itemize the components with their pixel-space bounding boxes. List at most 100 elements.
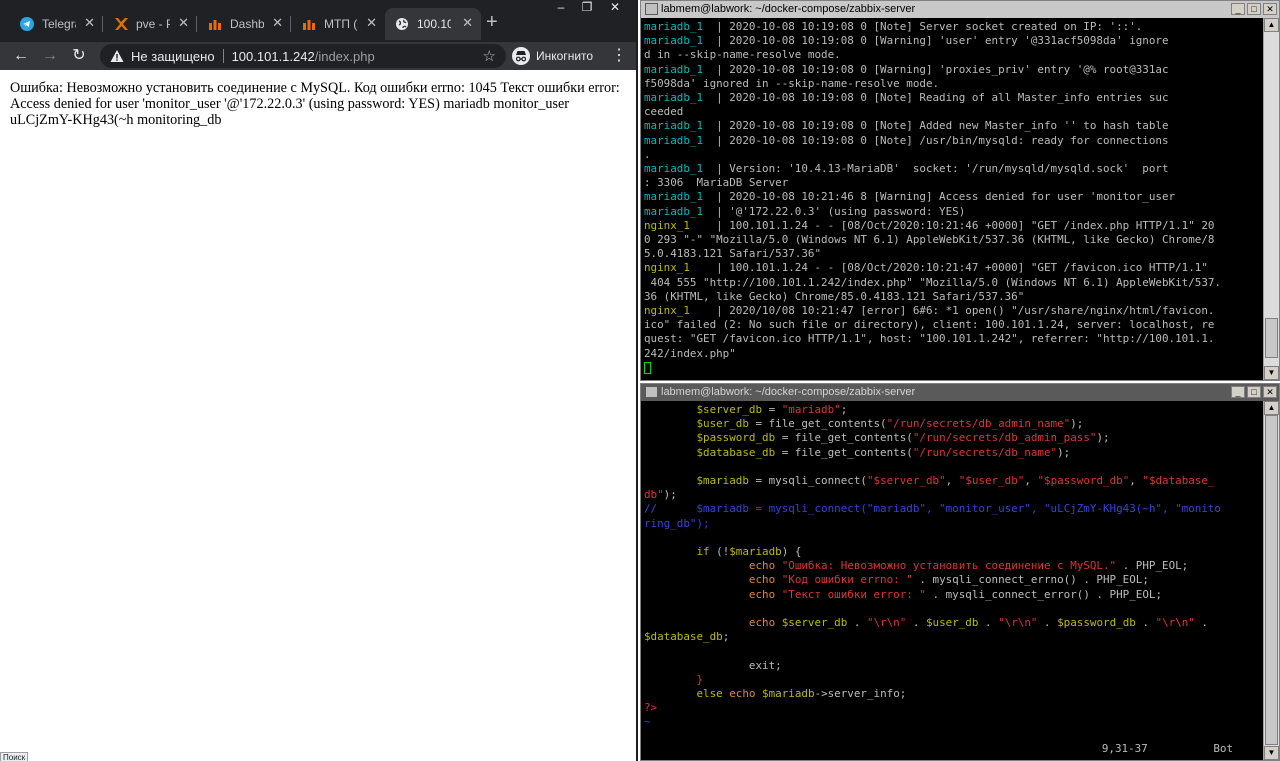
terminal-line: mariadb_1 | 2020-10-08 10:19:08 0 [Note]… — [644, 91, 1263, 105]
terminal-text: else — [644, 687, 730, 701]
terminal-text: mariadb_1 — [644, 20, 717, 33]
terminal-titlebar[interactable]: labmem@labwork: ~/docker-compose/zabbix-… — [641, 1, 1279, 18]
scroll-down-icon[interactable]: ▼ — [1264, 366, 1279, 380]
terminal-text: = — [762, 403, 782, 416]
terminal-text: "/run/secrets/db_admin_name" — [886, 417, 1071, 431]
tab-active-page[interactable]: 100.101.1.242 ✕ — [385, 8, 481, 40]
terminal-text: "/run/secrets/db_name" — [912, 445, 1058, 459]
url-path[interactable]: /index.php — [315, 49, 375, 64]
terminal-text: nginx_1 — [644, 218, 717, 232]
browser-window: Telegram ✕ pve - Proxmox ✕ Dashboard ✕ М… — [0, 0, 638, 761]
terminal-text: ; — [840, 403, 848, 416]
terminal-text: "$user_db" — [958, 474, 1025, 488]
terminal-text: $mariadb — [729, 545, 782, 559]
terminal-line: mariadb_1 | 2020-10-08 10:19:08 0 [Note]… — [644, 134, 1263, 148]
tab-title: Dashboard — [230, 17, 264, 31]
terminal-line: ?> — [644, 701, 1263, 715]
grafana-icon — [302, 17, 316, 31]
close-tab-icon[interactable]: ✕ — [84, 16, 95, 30]
terminal-line: $server_db = "mariadb"; — [644, 403, 1263, 417]
terminal-line: $mariadb = mysqli_connect("$server_db", … — [644, 474, 1263, 488]
terminal-text: mariadb_1 — [644, 34, 717, 48]
terminal-text: $server_db — [644, 403, 763, 416]
terminal-text: | 2020-10-08 10:19:08 0 [Warning] 'user'… — [716, 34, 1169, 48]
terminal-text: . — [1135, 616, 1156, 630]
menu-kebab-icon[interactable]: ⋮ — [611, 45, 627, 67]
terminal-window-top[interactable]: labmem@labwork: ~/docker-compose/zabbix-… — [640, 0, 1280, 381]
scrollbar[interactable]: ▲ ▼ — [1263, 18, 1279, 380]
terminal-text: | 2020-10-08 10:19:08 0 [Warning] 'proxi… — [716, 62, 1169, 76]
terminal-line: mariadb_1 | Version: '10.4.13-MariaDB' s… — [644, 162, 1263, 176]
terminal-line: ~ — [644, 715, 1263, 729]
restore-icon[interactable]: ❐ — [574, 0, 600, 16]
security-label[interactable]: Не защищено — [131, 49, 215, 64]
scroll-up-icon[interactable]: ▲ — [1264, 401, 1279, 415]
terminal-text: . — [1037, 616, 1058, 630]
scrollbar-thumb[interactable] — [1265, 415, 1278, 745]
terminal-text: | 2020-10-08 10:19:08 0 [Note] Reading o… — [716, 91, 1169, 105]
new-tab-icon[interactable]: + — [486, 12, 498, 32]
terminal-text: "\r\n" — [998, 616, 1038, 630]
back-icon[interactable]: ← — [10, 45, 32, 67]
close-window-icon[interactable]: ✕ — [1263, 386, 1277, 398]
terminal-text: 404 555 "http://100.101.1.242/index.php"… — [644, 275, 1221, 289]
terminal-line: $user_db = file_get_contents("/run/secre… — [644, 417, 1263, 431]
terminal-text: } — [644, 672, 704, 686]
terminal-text: if — [644, 545, 710, 559]
terminal-text: d in --skip-name-resolve mode. — [644, 48, 841, 62]
terminal-text: (! — [709, 545, 730, 559]
terminal-titlebar[interactable]: labmem@labwork: ~/docker-compose/zabbix-… — [641, 384, 1279, 401]
toolbar: ← → ↻ Не защищено 100.101.1.242/index.ph… — [0, 42, 636, 70]
terminal-text: | 2020-10-08 10:21:46 8 [Warning] Access… — [716, 190, 1176, 204]
warning-icon[interactable] — [110, 49, 124, 63]
terminal-text: echo — [644, 587, 782, 601]
scroll-down-icon[interactable]: ▼ — [1264, 746, 1279, 760]
reload-icon[interactable]: ↻ — [68, 45, 90, 67]
terminal-text: 0 293 "-" "Mozilla/5.0 (Windows NT 6.1) … — [644, 233, 1215, 247]
minimize-icon[interactable]: – — [548, 0, 574, 16]
address-bar[interactable]: Не защищено 100.101.1.242/index.php ☆ — [100, 44, 506, 68]
terminal-output[interactable]: mariadb_1 | 2020-10-08 10:19:08 0 [Note]… — [644, 20, 1263, 378]
globe-icon — [395, 17, 409, 31]
terminal-line: 0 293 "-" "Mozilla/5.0 (Windows NT 6.1) … — [644, 233, 1263, 247]
tab-mtp[interactable]: МТП (2К ✕ — [292, 8, 385, 40]
bookmark-star-icon[interactable]: ☆ — [483, 47, 496, 65]
terminal-line: $database_db = file_get_contents("/run/s… — [644, 446, 1263, 460]
terminal-text: | 100.101.1.24 - - [08/Oct/2020:10:21:47… — [716, 261, 1208, 275]
close-tab-icon[interactable]: ✕ — [366, 16, 377, 30]
terminal-text: 242/index.php" — [644, 346, 736, 360]
tab-dashboard[interactable]: Dashboard ✕ — [198, 8, 291, 40]
close-window-icon[interactable]: ✕ — [1263, 3, 1277, 15]
editor-buffer[interactable]: $server_db = "mariadb"; $user_db = file_… — [644, 403, 1263, 758]
maximize-icon[interactable]: □ — [1247, 386, 1261, 398]
close-window-icon[interactable]: ✕ — [602, 0, 628, 16]
page-content: Ошибка: Невозможно установить соединение… — [10, 80, 630, 128]
minimize-icon[interactable]: _ — [1231, 386, 1245, 398]
incognito-indicator[interactable]: Инкогнито — [512, 44, 593, 68]
putty-icon — [645, 3, 658, 15]
terminal-line: mariadb_1 | 2020-10-08 10:21:46 8 [Warni… — [644, 190, 1263, 204]
scroll-up-icon[interactable]: ▲ — [1264, 18, 1279, 32]
terminal-text: "/run/secrets/db_admin_pass" — [912, 431, 1097, 445]
scrollbar-thumb[interactable] — [1265, 318, 1278, 358]
close-tab-icon[interactable]: ✕ — [178, 16, 189, 30]
terminal-line: else echo $mariadb->server_info; — [644, 687, 1263, 701]
scrollbar[interactable]: ▲ ▼ — [1263, 401, 1279, 760]
maximize-icon[interactable]: □ — [1247, 3, 1261, 15]
tab-title: МТП (2К — [324, 17, 358, 31]
terminal-text: mariadb_1 — [644, 190, 717, 204]
prompt-line — [644, 361, 1263, 375]
terminal-text: $user_db — [644, 417, 749, 431]
tab-telegram[interactable]: Telegram ✕ — [10, 8, 103, 40]
terminal-line: nginx_1 | 2020/10/08 10:21:47 [error] 6#… — [644, 304, 1263, 318]
url-host[interactable]: 100.101.1.242 — [232, 49, 315, 64]
terminal-text: . — [978, 616, 999, 630]
terminal-window-bottom[interactable]: labmem@labwork: ~/docker-compose/zabbix-… — [640, 383, 1280, 761]
terminal-text: . mysqli_connect_error() . PHP_EOL; — [925, 587, 1163, 601]
tab-proxmox[interactable]: pve - Proxmox ✕ — [104, 8, 197, 40]
close-tab-icon[interactable]: ✕ — [462, 16, 473, 30]
minimize-icon[interactable]: _ — [1231, 3, 1245, 15]
terminal-line: } — [644, 673, 1263, 687]
forward-icon[interactable]: → — [39, 45, 61, 67]
close-tab-icon[interactable]: ✕ — [272, 16, 283, 30]
